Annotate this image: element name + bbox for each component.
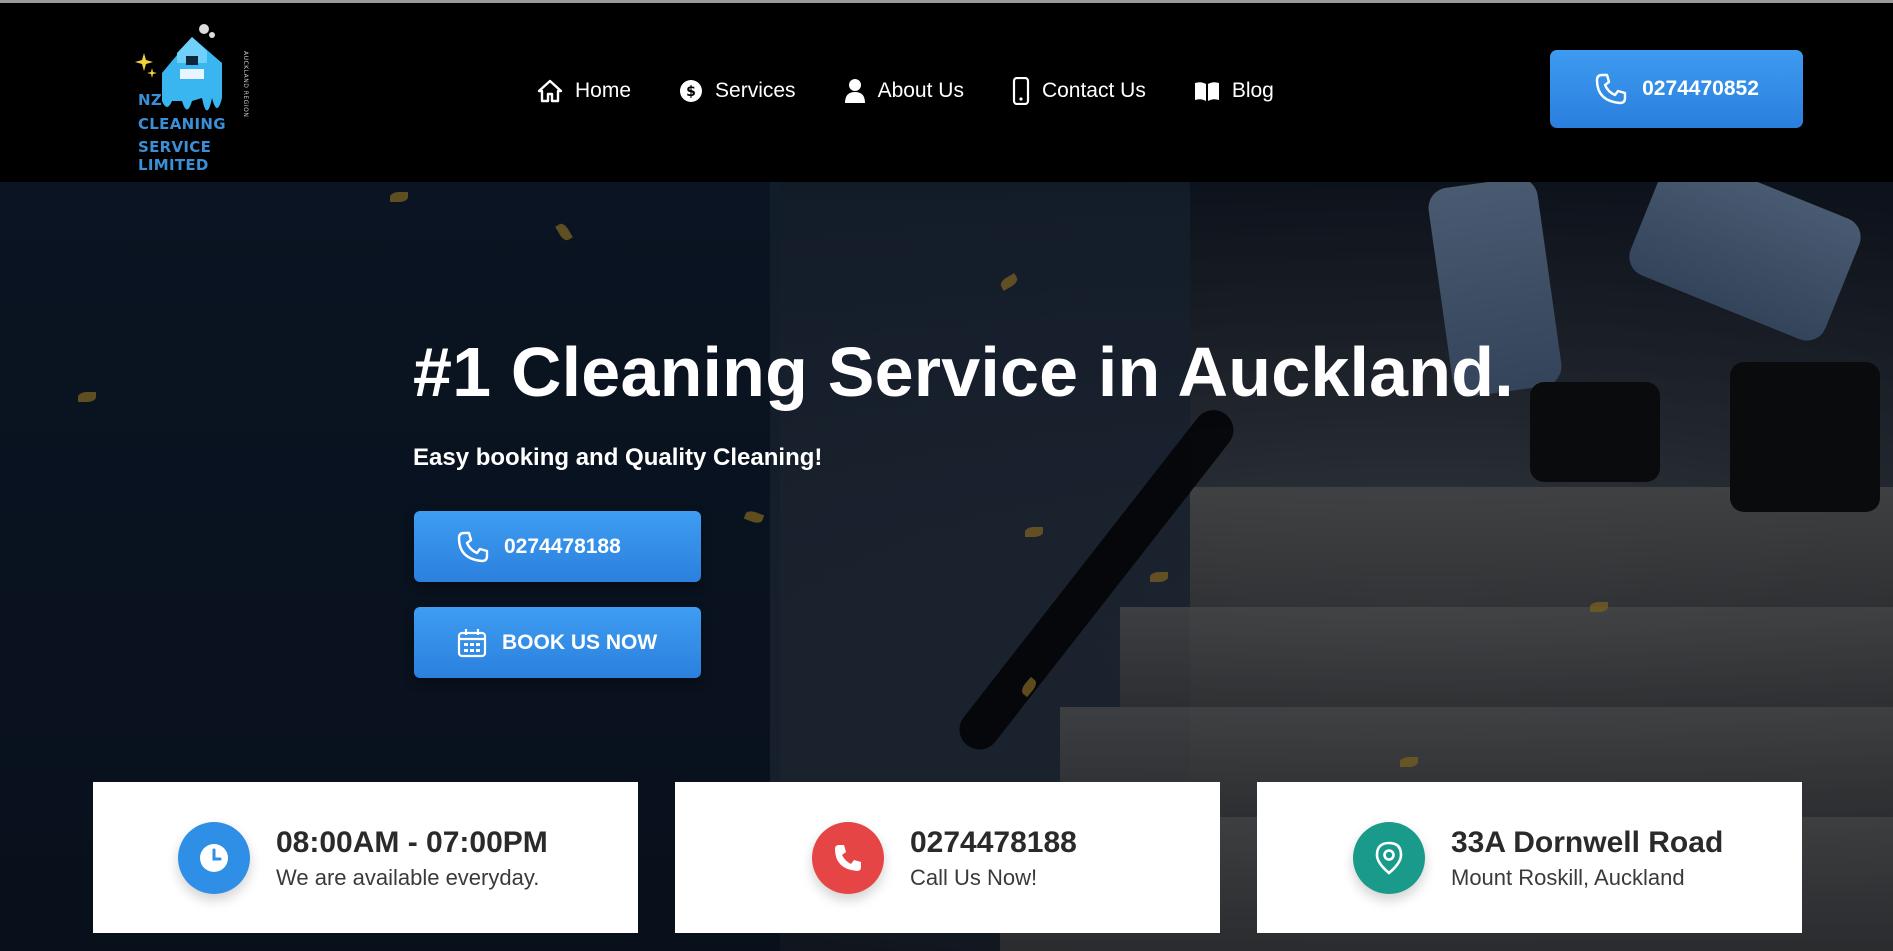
nav-item-contact-us[interactable]: Contact Us (1012, 77, 1146, 105)
phone-icon (1595, 73, 1627, 105)
phone-icon (812, 821, 884, 894)
phone-title: 0274478188 (910, 825, 1077, 859)
logo-text-service-limited: SERVICE LIMITED (138, 138, 212, 174)
nav-item-home[interactable]: Home (537, 79, 631, 103)
call-now-button[interactable]: 0274478188 (414, 511, 701, 582)
info-card-address: 33A Dornwell Road Mount Roskill, Aucklan… (1257, 782, 1802, 933)
book-us-now-button[interactable]: BOOK US NOW (414, 607, 701, 678)
hours-subtitle: We are available everyday. (276, 864, 540, 890)
info-card-hours: 08:00AM - 07:00PM We are available every… (93, 782, 638, 933)
nav-label-blog: Blog (1231, 79, 1274, 102)
book-us-now-button-label: BOOK US NOW (502, 630, 658, 654)
address-subtitle: Mount Roskill, Auckland (1451, 864, 1685, 890)
hero-title: #1 Cleaning Service in Auckland. (413, 333, 1514, 411)
info-card-phone[interactable]: 0274478188 Call Us Now! (675, 782, 1220, 933)
header-phone-number: 0274470852 (1642, 77, 1759, 100)
mobile-phone-icon (1012, 77, 1030, 105)
dollar-icon: $ (680, 80, 703, 102)
home-icon (537, 79, 563, 103)
hero-subtitle: Easy booking and Quality Cleaning! (413, 444, 823, 471)
header-phone-button[interactable]: 0274470852 (1550, 50, 1803, 128)
main-nav: Home $ Services About Us Contact Us Blog (537, 71, 1322, 111)
site-logo[interactable]: NZ CLEANING SERVICE LIMITED AUCKLAND REG… (132, 23, 282, 174)
nav-label-about-us: About Us (877, 79, 964, 102)
call-now-button-label: 0274478188 (504, 534, 621, 558)
nav-item-about-us[interactable]: About Us (844, 78, 964, 104)
book-icon (1194, 82, 1219, 101)
logo-text-nz: NZ (138, 91, 163, 109)
phone-subtitle: Call Us Now! (910, 864, 1038, 890)
nav-item-blog[interactable]: Blog (1194, 79, 1274, 103)
nav-label-home: Home (575, 79, 632, 102)
svg-text:$: $ (686, 84, 696, 100)
logo-text-cleaning: CLEANING (138, 115, 226, 133)
clock-icon (178, 821, 250, 894)
nav-label-contact-us: Contact Us (1041, 79, 1146, 102)
logo-region-text: AUCKLAND REGION (242, 51, 249, 118)
phone-icon (457, 531, 489, 562)
user-icon (844, 79, 865, 103)
nav-label-services: Services (715, 79, 796, 102)
calendar-icon (457, 628, 487, 657)
location-pin-icon (1353, 821, 1425, 894)
hours-title: 08:00AM - 07:00PM (276, 825, 548, 859)
site-header: NZ CLEANING SERVICE LIMITED AUCKLAND REG… (0, 3, 1893, 182)
address-title: 33A Dornwell Road (1451, 825, 1724, 859)
nav-item-services[interactable]: $ Services (679, 79, 796, 103)
